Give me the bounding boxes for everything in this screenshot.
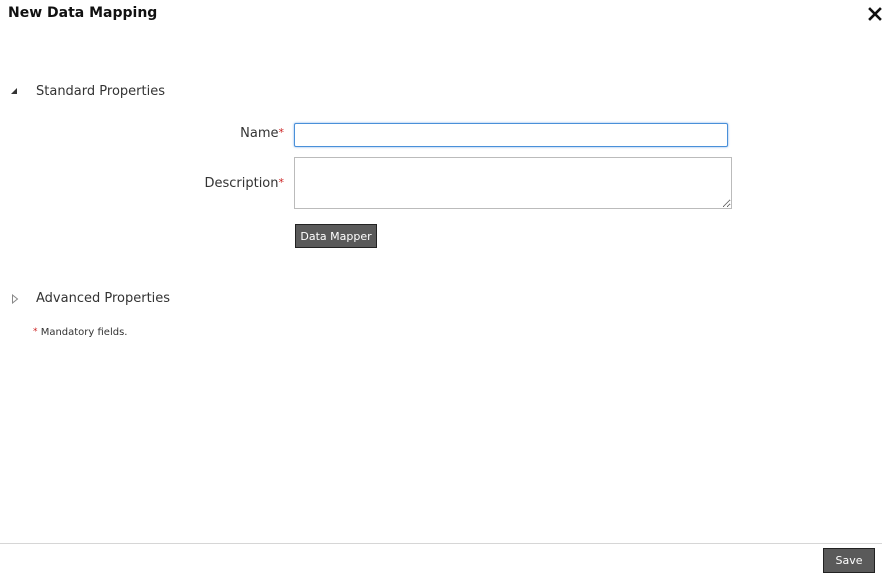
- section-header-advanced-properties[interactable]: Advanced Properties: [10, 291, 170, 306]
- save-button[interactable]: Save: [823, 548, 875, 573]
- section-header-standard-properties[interactable]: Standard Properties: [10, 84, 165, 99]
- section-label-advanced: Advanced Properties: [36, 291, 171, 306]
- name-label: Name*: [200, 126, 284, 141]
- close-button[interactable]: [868, 6, 882, 21]
- dialog-title: New Data Mapping: [8, 5, 158, 21]
- mandatory-marker: *: [33, 327, 38, 337]
- mandatory-text: Mandatory fields.: [40, 327, 128, 338]
- name-label-text: Name: [240, 126, 279, 141]
- name-required-marker: *: [278, 126, 285, 139]
- description-required-marker: *: [278, 176, 285, 189]
- description-label-text: Description: [204, 176, 279, 191]
- description-textarea[interactable]: [294, 157, 732, 209]
- mandatory-fields-note: * Mandatory fields.: [33, 327, 127, 338]
- data-mapper-button[interactable]: Data Mapper: [295, 224, 377, 248]
- name-input[interactable]: [294, 123, 728, 147]
- description-label: Description*: [180, 176, 284, 191]
- footer-divider: [0, 543, 882, 544]
- close-icon: [868, 7, 882, 21]
- triangle-expanded-icon: [11, 87, 17, 94]
- new-data-mapping-dialog: New Data Mapping Standard Properties Nam…: [0, 0, 882, 574]
- triangle-collapsed-icon: [12, 293, 19, 304]
- section-label-standard: Standard Properties: [36, 84, 165, 99]
